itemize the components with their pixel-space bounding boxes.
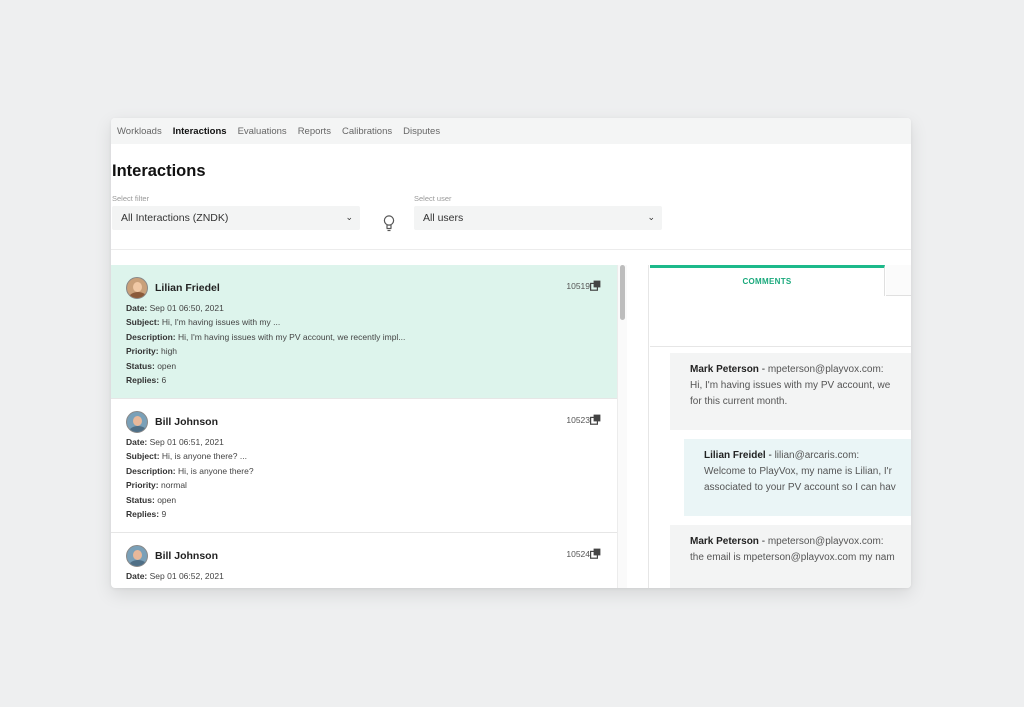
comment-author: Mark Peterson (690, 364, 759, 375)
comment-text-line: for this current month. (690, 396, 788, 407)
comment: Mark Peterson - mpeterson@playvox.com: t… (670, 525, 911, 588)
interaction-replies: 6 (161, 375, 167, 386)
ticket-id: 10519 (566, 281, 590, 291)
comment-text-line: Welcome to PlayVox, my name is Lilian, I… (704, 466, 892, 477)
ticket-id: 10524 (566, 549, 590, 559)
nav-interactions[interactable]: Interactions (173, 126, 227, 137)
open-external-icon[interactable] (590, 548, 601, 559)
comment-author: Mark Peterson (690, 536, 759, 547)
nav-disputes[interactable]: Disputes (403, 126, 440, 137)
comment-email: mpeterson@playvox.com: (767, 364, 884, 375)
interaction-priority: normal (160, 480, 187, 491)
comment-author: Lilian Freidel (704, 450, 766, 461)
divider (111, 249, 911, 250)
scrollbar-thumb[interactable] (620, 265, 625, 320)
interaction-subject: Hi, I'm having issues with my ... (161, 317, 281, 328)
comment-text-line: the email is mpeterson@playvox.com my na… (690, 552, 895, 563)
tab-comments[interactable]: COMMENTS (650, 265, 885, 296)
nav-evaluations[interactable]: Evaluations (238, 126, 287, 137)
top-navigation: Workloads Interactions Evaluations Repor… (111, 118, 911, 144)
nav-calibrations[interactable]: Calibrations (342, 126, 392, 137)
chevron-down-icon: ⌄ (647, 212, 655, 222)
comment-email: lilian@arcaris.com: (774, 450, 860, 461)
page-title: Interactions (112, 162, 206, 180)
list-scrollbar[interactable] (617, 265, 627, 588)
contact-name: Bill Johnson (155, 416, 218, 428)
divider (650, 346, 911, 347)
interaction-date: Sep 01 06:52, 2021 (149, 571, 224, 581)
avatar (126, 545, 148, 567)
interactions-list: Lilian Friedel 10519 Date: Sep 01 06:50,… (111, 265, 617, 588)
nav-reports[interactable]: Reports (298, 126, 331, 137)
lightbulb-icon[interactable] (382, 214, 396, 232)
interaction-description: Hi, is anyone there? (177, 465, 254, 476)
interaction-description: Hi, I'm having issues with my PV account… (177, 331, 406, 342)
interaction-replies: 9 (161, 509, 167, 520)
contact-name: Bill Johnson (155, 550, 218, 562)
interaction-priority: high (160, 346, 178, 357)
open-external-icon[interactable] (590, 414, 601, 425)
avatar (126, 411, 148, 433)
comment-thread: Mark Peterson - mpeterson@playvox.com: H… (656, 352, 911, 588)
interaction-subject: Hi, is anyone there? ... (161, 451, 247, 462)
comment-reply: Lilian Freidel - lilian@arcaris.com: Wel… (684, 439, 911, 516)
panel-divider (648, 265, 649, 588)
open-external-icon[interactable] (590, 280, 601, 291)
list-item[interactable]: Bill Johnson 10524 Date: Sep 01 06:52, 2… (111, 533, 617, 588)
user-select[interactable]: All users ⌄ (414, 206, 662, 230)
ticket-id: 10523 (566, 415, 590, 425)
chevron-down-icon: ⌄ (345, 212, 353, 222)
filter-select-value: All Interactions (ZNDK) (121, 212, 229, 224)
user-select-value: All users (423, 212, 464, 224)
filter-select[interactable]: All Interactions (ZNDK) ⌄ (112, 206, 360, 230)
comment-text-line: Hi, I'm having issues with my PV account… (690, 380, 891, 391)
interactions-window: Workloads Interactions Evaluations Repor… (111, 118, 911, 588)
interaction-date: Sep 01 06:50, 2021 (149, 303, 224, 313)
interaction-date: Sep 01 06:51, 2021 (149, 437, 224, 447)
comment: Mark Peterson - mpeterson@playvox.com: H… (670, 353, 911, 430)
tab-secondary[interactable] (886, 265, 911, 296)
interaction-status: open (157, 494, 177, 505)
nav-workloads[interactable]: Workloads (117, 126, 162, 137)
comment-text-line: associated to your PV account so I can h… (704, 482, 896, 493)
avatar (126, 277, 148, 299)
contact-name: Lilian Friedel (155, 282, 220, 294)
list-item[interactable]: Bill Johnson 10523 Date: Sep 01 06:51, 2… (111, 399, 617, 533)
filter-label: Select filter (112, 194, 150, 203)
interaction-status: open (157, 360, 177, 371)
user-label: Select user (414, 194, 452, 203)
detail-tabs: COMMENTS (650, 265, 911, 297)
comment-email: mpeterson@playvox.com: (767, 536, 884, 547)
list-item[interactable]: Lilian Friedel 10519 Date: Sep 01 06:50,… (111, 265, 617, 399)
